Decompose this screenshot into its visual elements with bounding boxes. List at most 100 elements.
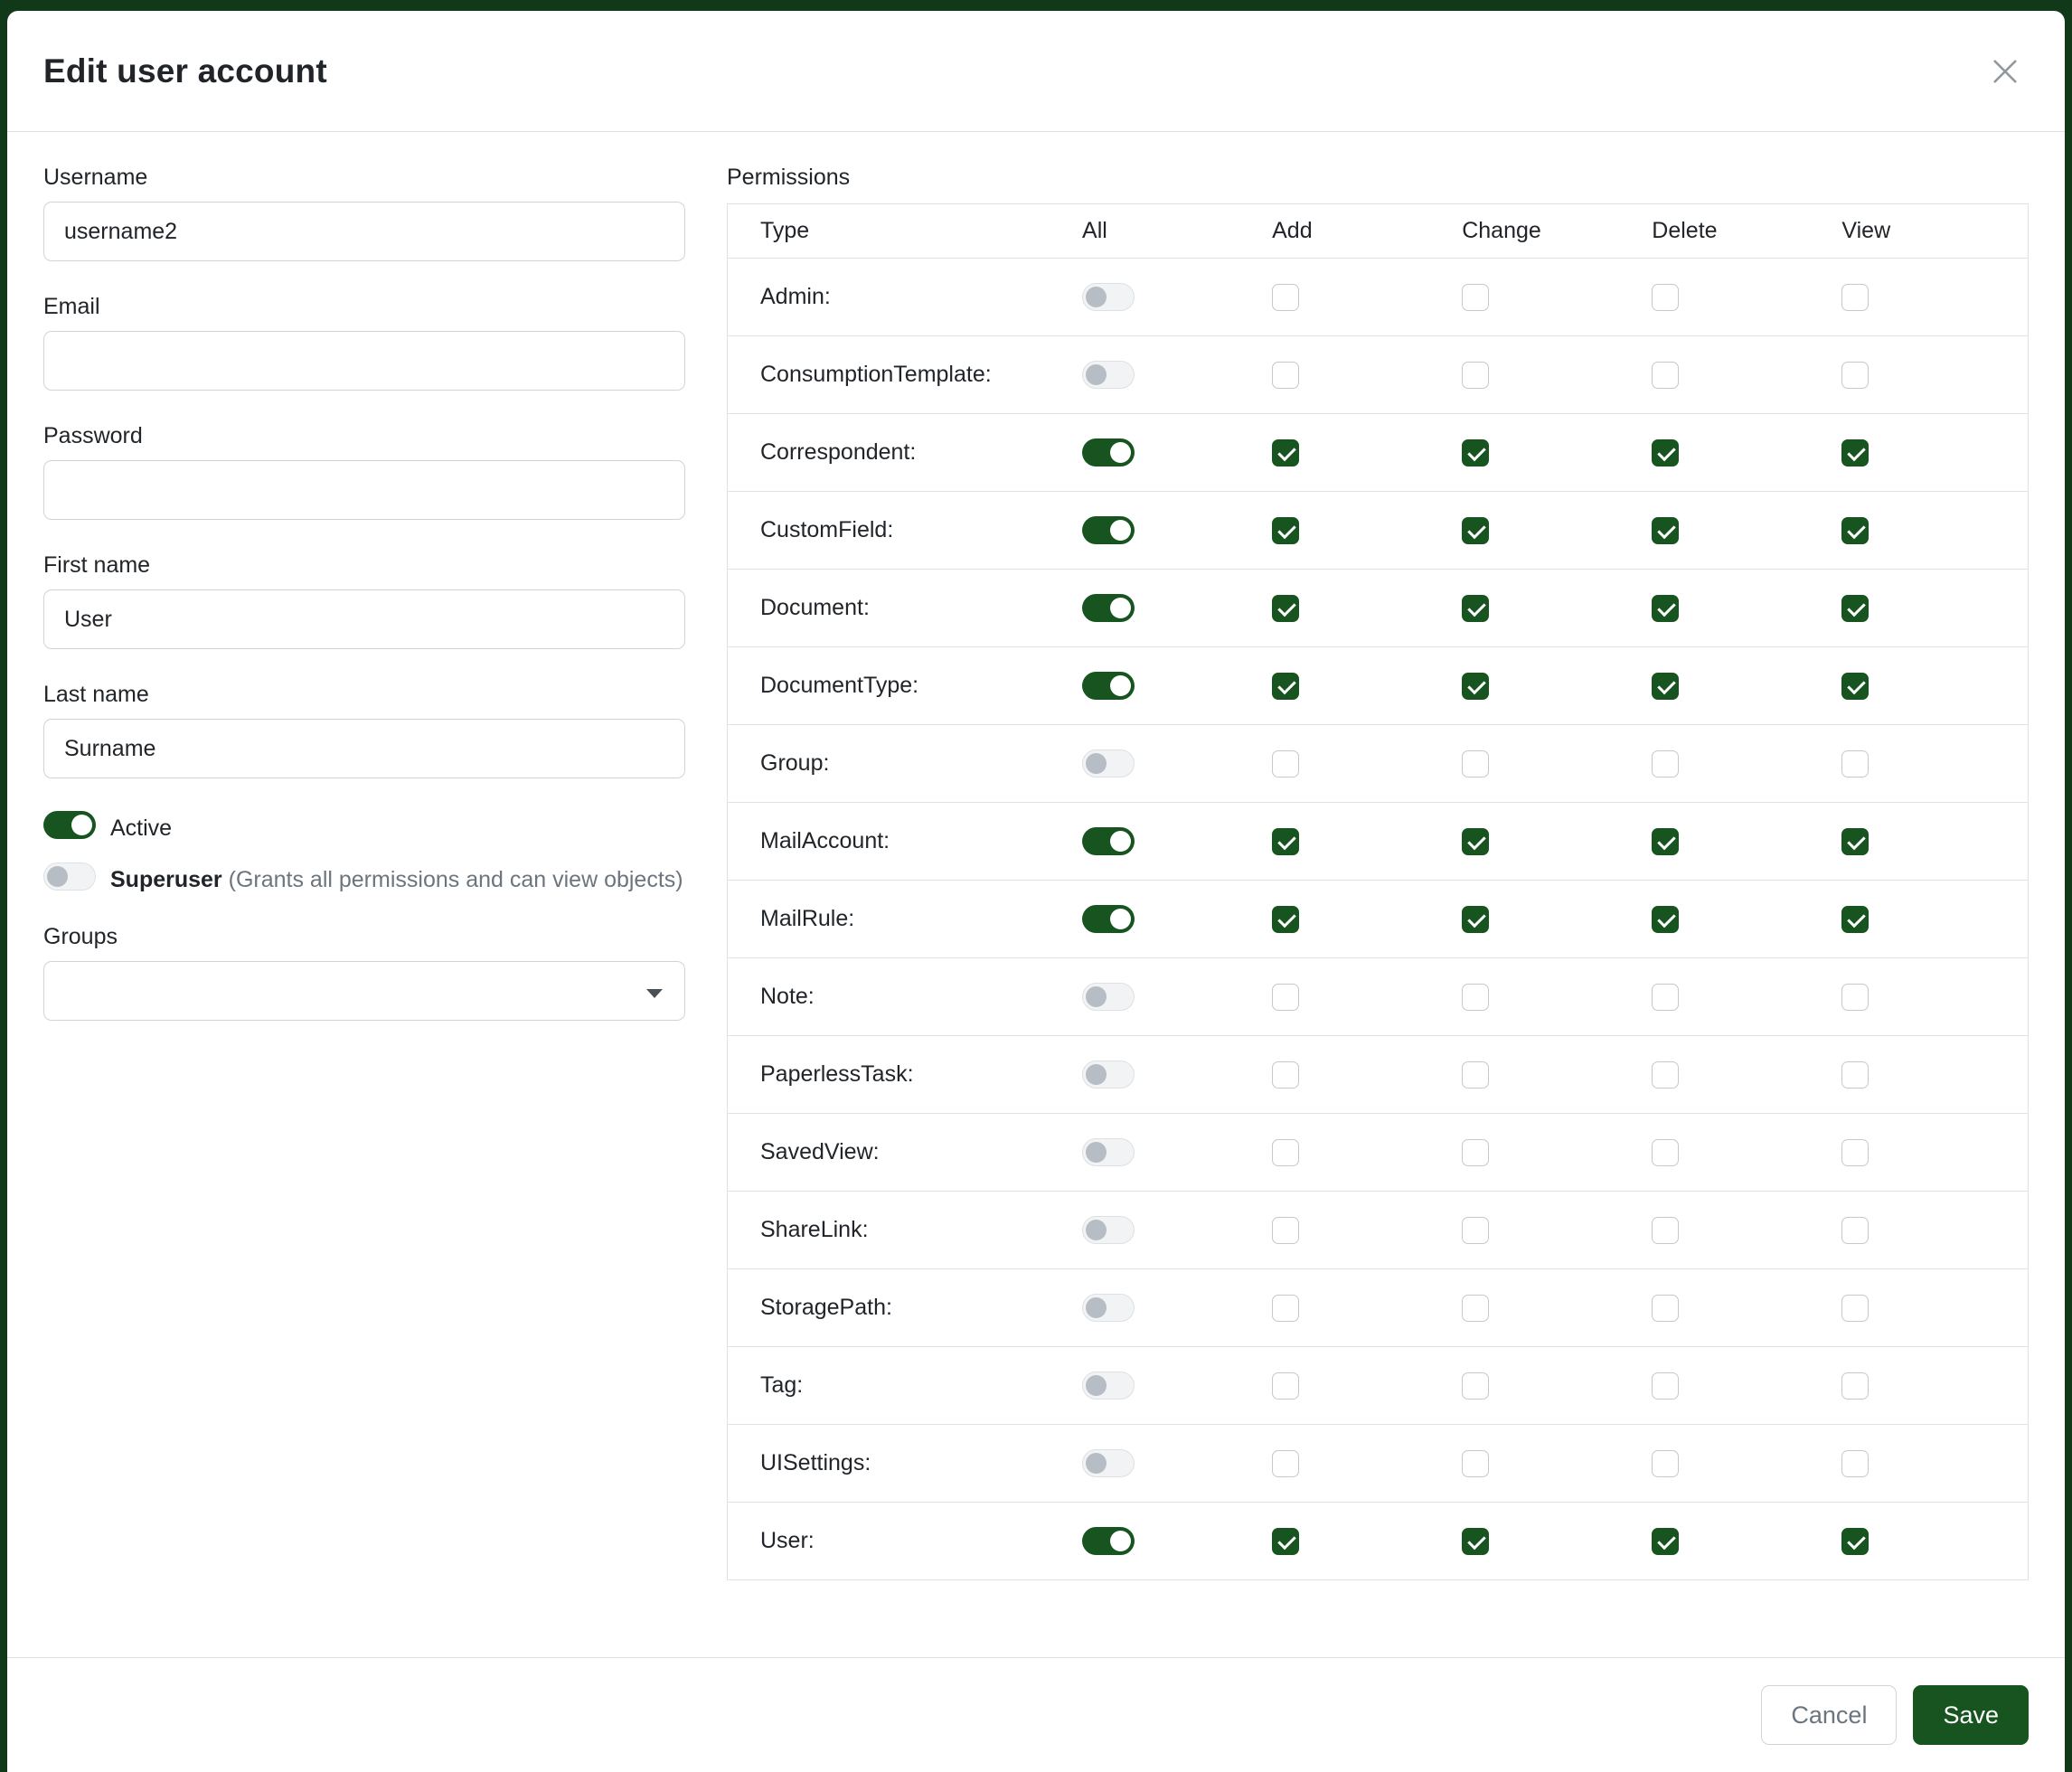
- permission-all-toggle[interactable]: [1082, 827, 1135, 855]
- permission-view-checkbox[interactable]: [1841, 1372, 1869, 1400]
- permission-view-checkbox[interactable]: [1841, 1061, 1869, 1089]
- permission-delete-checkbox[interactable]: [1652, 439, 1679, 467]
- permission-change-checkbox[interactable]: [1462, 595, 1489, 622]
- permission-view-checkbox[interactable]: [1841, 595, 1869, 622]
- permission-add-checkbox[interactable]: [1272, 1372, 1299, 1400]
- permission-all-toggle[interactable]: [1082, 1449, 1135, 1477]
- cancel-button[interactable]: Cancel: [1761, 1685, 1897, 1745]
- permission-row: MailRule:: [728, 881, 2029, 958]
- close-button[interactable]: [1982, 48, 2029, 95]
- permission-view-checkbox[interactable]: [1841, 1139, 1869, 1166]
- superuser-toggle[interactable]: [43, 862, 96, 891]
- superuser-label-wrap: Superuser (Grants all permissions and ca…: [110, 862, 683, 896]
- permission-delete-checkbox[interactable]: [1652, 595, 1679, 622]
- permission-all-toggle[interactable]: [1082, 1060, 1135, 1089]
- permission-delete-checkbox[interactable]: [1652, 517, 1679, 544]
- permission-all-toggle[interactable]: [1082, 1294, 1135, 1322]
- permission-delete-checkbox[interactable]: [1652, 750, 1679, 778]
- permission-delete-checkbox[interactable]: [1652, 1061, 1679, 1089]
- permission-delete-checkbox[interactable]: [1652, 1528, 1679, 1555]
- last-name-field[interactable]: [43, 719, 685, 778]
- permission-delete-checkbox[interactable]: [1652, 362, 1679, 389]
- permission-change-checkbox[interactable]: [1462, 1217, 1489, 1244]
- permission-view-checkbox[interactable]: [1841, 1528, 1869, 1555]
- permission-delete-checkbox[interactable]: [1652, 1450, 1679, 1477]
- permission-add-checkbox[interactable]: [1272, 517, 1299, 544]
- permission-add-checkbox[interactable]: [1272, 1139, 1299, 1166]
- permission-add-checkbox[interactable]: [1272, 1450, 1299, 1477]
- permission-delete-checkbox[interactable]: [1652, 1139, 1679, 1166]
- permission-view-checkbox[interactable]: [1841, 673, 1869, 700]
- permission-add-checkbox[interactable]: [1272, 673, 1299, 700]
- permission-delete-checkbox[interactable]: [1652, 673, 1679, 700]
- groups-select[interactable]: [43, 961, 685, 1021]
- permission-all-toggle[interactable]: [1082, 283, 1135, 311]
- permission-add-checkbox[interactable]: [1272, 906, 1299, 933]
- password-field[interactable]: [43, 460, 685, 520]
- permission-view-checkbox[interactable]: [1841, 362, 1869, 389]
- permission-delete-checkbox[interactable]: [1652, 984, 1679, 1011]
- permission-all-toggle[interactable]: [1082, 361, 1135, 389]
- permission-all-toggle[interactable]: [1082, 1527, 1135, 1555]
- permission-all-toggle[interactable]: [1082, 905, 1135, 933]
- first-name-field[interactable]: [43, 589, 685, 649]
- permission-delete-checkbox[interactable]: [1652, 1295, 1679, 1322]
- permission-delete-checkbox[interactable]: [1652, 828, 1679, 855]
- permission-add-checkbox[interactable]: [1272, 439, 1299, 467]
- permission-all-toggle[interactable]: [1082, 1371, 1135, 1400]
- permission-change-checkbox[interactable]: [1462, 750, 1489, 778]
- permission-change-checkbox[interactable]: [1462, 362, 1489, 389]
- permission-add-checkbox[interactable]: [1272, 1528, 1299, 1555]
- permission-delete-checkbox[interactable]: [1652, 284, 1679, 311]
- permission-view-checkbox[interactable]: [1841, 1217, 1869, 1244]
- permission-all-toggle[interactable]: [1082, 516, 1135, 544]
- permission-change-checkbox[interactable]: [1462, 1450, 1489, 1477]
- permission-change-checkbox[interactable]: [1462, 828, 1489, 855]
- permission-delete-checkbox[interactable]: [1652, 1372, 1679, 1400]
- permission-view-checkbox[interactable]: [1841, 517, 1869, 544]
- permission-all-toggle[interactable]: [1082, 749, 1135, 778]
- permission-view-checkbox[interactable]: [1841, 750, 1869, 778]
- permission-add-checkbox[interactable]: [1272, 750, 1299, 778]
- active-toggle[interactable]: [43, 811, 96, 839]
- permission-add-checkbox[interactable]: [1272, 984, 1299, 1011]
- permission-view-checkbox[interactable]: [1841, 906, 1869, 933]
- permission-add-checkbox[interactable]: [1272, 595, 1299, 622]
- permission-add-checkbox[interactable]: [1272, 362, 1299, 389]
- permission-add-checkbox[interactable]: [1272, 828, 1299, 855]
- permission-all-toggle[interactable]: [1082, 594, 1135, 622]
- permission-change-checkbox[interactable]: [1462, 517, 1489, 544]
- permission-change-checkbox[interactable]: [1462, 984, 1489, 1011]
- permission-delete-checkbox[interactable]: [1652, 1217, 1679, 1244]
- permission-view-checkbox[interactable]: [1841, 439, 1869, 467]
- permission-view-checkbox[interactable]: [1841, 1295, 1869, 1322]
- permission-add-checkbox[interactable]: [1272, 284, 1299, 311]
- permission-change-checkbox[interactable]: [1462, 1061, 1489, 1089]
- save-button[interactable]: Save: [1913, 1685, 2029, 1745]
- username-input[interactable]: [43, 202, 685, 261]
- permission-row: Tag:: [728, 1347, 2029, 1425]
- permission-change-checkbox[interactable]: [1462, 1372, 1489, 1400]
- permission-view-checkbox[interactable]: [1841, 828, 1869, 855]
- permission-add-checkbox[interactable]: [1272, 1061, 1299, 1089]
- permission-view-checkbox[interactable]: [1841, 284, 1869, 311]
- permission-add-checkbox[interactable]: [1272, 1295, 1299, 1322]
- permission-all-toggle[interactable]: [1082, 983, 1135, 1011]
- permission-view-checkbox[interactable]: [1841, 1450, 1869, 1477]
- permission-delete-checkbox[interactable]: [1652, 906, 1679, 933]
- email-field[interactable]: [43, 331, 685, 391]
- permission-change-checkbox[interactable]: [1462, 284, 1489, 311]
- permission-all-toggle[interactable]: [1082, 1138, 1135, 1166]
- permission-all-toggle[interactable]: [1082, 672, 1135, 700]
- permission-change-checkbox[interactable]: [1462, 906, 1489, 933]
- permission-all-toggle[interactable]: [1082, 438, 1135, 467]
- permission-add-checkbox[interactable]: [1272, 1217, 1299, 1244]
- permission-change-checkbox[interactable]: [1462, 1139, 1489, 1166]
- permission-change-checkbox[interactable]: [1462, 1295, 1489, 1322]
- permission-row: StoragePath:: [728, 1269, 2029, 1347]
- permission-view-checkbox[interactable]: [1841, 984, 1869, 1011]
- permission-change-checkbox[interactable]: [1462, 439, 1489, 467]
- permission-change-checkbox[interactable]: [1462, 673, 1489, 700]
- permission-all-toggle[interactable]: [1082, 1216, 1135, 1244]
- permission-change-checkbox[interactable]: [1462, 1528, 1489, 1555]
